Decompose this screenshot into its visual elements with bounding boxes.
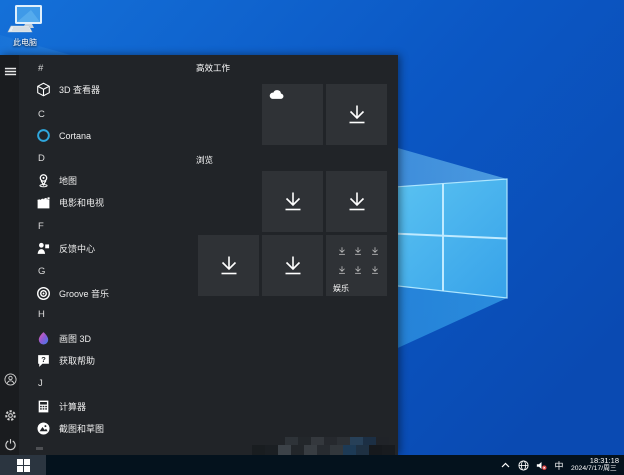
tile-pending-download-2[interactable] (262, 171, 323, 232)
app-item-paint-3d[interactable]: 画图 3D (28, 328, 188, 349)
cortana-icon (36, 128, 51, 143)
user-avatar-icon (4, 373, 17, 386)
app-item-groove-music[interactable]: Groove 音乐 (28, 283, 188, 304)
app-group-header[interactable]: D (28, 148, 188, 169)
tile-onedrive[interactable] (262, 84, 323, 145)
this-pc-icon (5, 4, 45, 36)
menu-expand-button[interactable] (3, 64, 18, 79)
windows-logo-icon (16, 458, 30, 472)
gear-icon (5, 410, 16, 421)
download-arrow-icon (355, 246, 362, 255)
start-menu: # 3D 查看器 C Cortana D 地图 电影和电视 F 反馈中心 G G… (0, 55, 398, 455)
groove-music-icon (36, 286, 51, 301)
svg-text:?: ? (41, 355, 46, 364)
tile-pending-download-1[interactable] (326, 84, 387, 145)
power-button[interactable] (3, 437, 18, 452)
tile-group-title-productivity[interactable]: 高效工作 (196, 62, 230, 74)
app-group-header[interactable]: J (28, 373, 188, 394)
tile-pending-download-5[interactable] (262, 235, 323, 296)
app-item-feedback-hub[interactable]: 反馈中心 (28, 238, 188, 259)
onedrive-cloud-icon (269, 90, 284, 99)
download-arrow-icon (349, 105, 364, 123)
calculator-icon (36, 399, 51, 414)
desktop-icon-this-pc[interactable]: 此电脑 (2, 4, 48, 47)
taskbar: 中 18:31:18 2024/7/17/周三 (0, 455, 624, 475)
start-menu-rail (0, 55, 19, 455)
windows-logo-wallpaper (379, 178, 508, 299)
folder-tile-preview (334, 241, 383, 279)
download-arrow-icon (371, 265, 378, 274)
paint-3d-icon (36, 331, 51, 346)
download-arrow-icon (285, 192, 300, 210)
app-group-header[interactable]: G (28, 261, 188, 282)
tile-group-title-explore[interactable]: 浏览 (196, 154, 213, 166)
user-account-button[interactable] (3, 372, 18, 387)
start-button[interactable] (0, 455, 46, 475)
snip-sketch-icon (36, 421, 51, 436)
tile-pending-download-3[interactable] (326, 171, 387, 232)
chevron-up-icon (501, 462, 509, 467)
map-pin-icon (36, 173, 51, 188)
tray-chevron-button[interactable] (498, 458, 512, 472)
desktop-icon-label: 此电脑 (13, 38, 37, 47)
tile-folder-entertainment[interactable]: 娱乐 (326, 235, 387, 296)
download-arrow-icon (339, 265, 346, 274)
speaker-muted-icon (536, 461, 547, 470)
censored-region (252, 445, 395, 455)
hamburger-icon (4, 67, 17, 76)
settings-button[interactable] (3, 408, 18, 423)
app-group-header[interactable]: # (28, 58, 188, 79)
download-arrow-icon (371, 246, 378, 255)
app-item-cortana[interactable]: Cortana (28, 125, 188, 146)
power-icon (5, 439, 16, 451)
app-group-header[interactable]: C (28, 104, 188, 125)
app-item-get-help[interactable]: ? 获取帮助 (28, 350, 188, 371)
globe-network-icon (517, 459, 529, 471)
download-arrow-icon (339, 246, 346, 255)
app-item-calculator[interactable]: 计算器 (28, 396, 188, 417)
download-arrow-icon (349, 192, 364, 210)
app-item-3d-viewer[interactable]: 3D 查看器 (28, 79, 188, 100)
clock-time: 18:31:18 (589, 456, 619, 465)
movies-tv-icon (36, 195, 51, 210)
volume-button[interactable] (534, 458, 548, 472)
app-group-header[interactable]: F (28, 216, 188, 237)
feedback-hub-icon (36, 241, 51, 256)
keyboard-part (7, 25, 33, 33)
taskbar-clock[interactable]: 18:31:18 2024/7/17/周三 (570, 457, 624, 474)
download-arrow-icon (221, 256, 236, 274)
app-item-cutoff (36, 447, 43, 450)
app-item-movies-tv[interactable]: 电影和电视 (28, 192, 188, 213)
get-help-icon: ? (36, 353, 51, 368)
clock-date: 2024/7/17/周三 (571, 465, 617, 472)
ime-indicator[interactable]: 中 (552, 459, 566, 472)
network-button[interactable] (516, 458, 530, 472)
tile-pending-download-4[interactable] (198, 235, 259, 296)
app-item-maps[interactable]: 地图 (28, 170, 188, 191)
folder-tile-label: 娱乐 (333, 284, 349, 293)
cube-icon (36, 82, 51, 97)
app-item-snip-sketch[interactable]: 截图和草图 (28, 418, 188, 439)
download-arrow-icon (285, 256, 300, 274)
app-group-header[interactable]: H (28, 304, 188, 325)
system-tray: 中 18:31:18 2024/7/17/周三 (498, 455, 624, 475)
download-arrow-icon (355, 265, 362, 274)
